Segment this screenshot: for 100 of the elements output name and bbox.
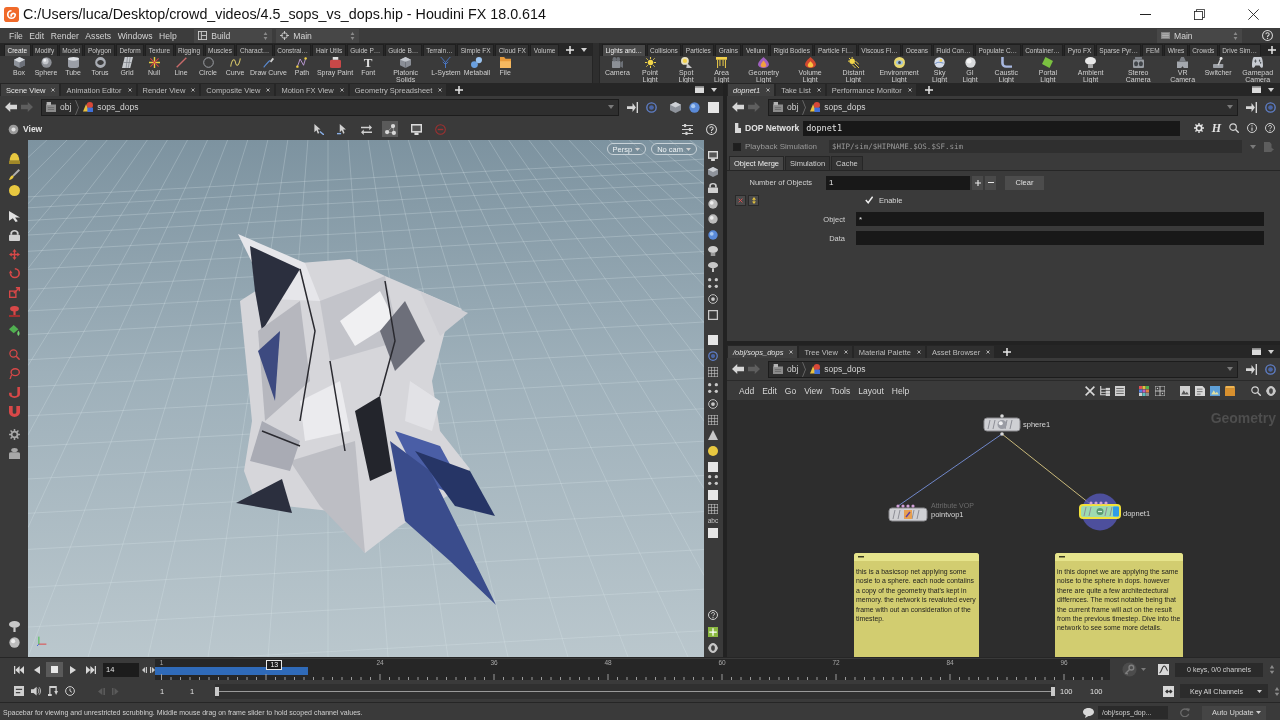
menu-item[interactable]: Windows <box>114 28 156 43</box>
caret-icon[interactable] <box>580 48 587 52</box>
close-icon[interactable] <box>986 350 991 354</box>
layout-dropdown[interactable]: Main <box>276 28 360 43</box>
menu-item[interactable]: Assets <box>82 28 115 43</box>
menu-item[interactable]: Edit <box>758 383 781 398</box>
rotate-icon[interactable] <box>8 268 20 279</box>
hook-icon[interactable] <box>8 387 20 398</box>
plus-icon[interactable] <box>455 86 464 94</box>
points-toggle[interactable] <box>382 121 399 137</box>
target-icon[interactable] <box>708 399 718 409</box>
gear-icon[interactable] <box>8 429 20 440</box>
box-icon[interactable] <box>1225 385 1235 396</box>
path-bar[interactable]: obj sops_dops <box>768 360 1238 378</box>
arrow-bar-icon[interactable] <box>1246 363 1257 375</box>
desktop-dropdown[interactable]: Main <box>1157 28 1242 43</box>
caret-icon[interactable] <box>1268 350 1274 354</box>
padlock-icon[interactable] <box>708 183 718 193</box>
square-icon[interactable] <box>708 101 719 113</box>
eye-camera-icon[interactable] <box>8 123 19 135</box>
handle-icon[interactable] <box>8 306 20 317</box>
pane-menu-icon[interactable] <box>1252 86 1261 93</box>
paint-bucket-icon[interactable] <box>8 325 20 336</box>
picture-icon[interactable] <box>1210 385 1220 396</box>
image-icon[interactable] <box>1180 385 1190 396</box>
sliders-icon[interactable] <box>682 123 693 135</box>
close-icon[interactable] <box>843 350 848 354</box>
step-back-icon[interactable] <box>142 666 147 673</box>
keyframes-icon[interactable] <box>1163 685 1174 697</box>
dome-icon[interactable] <box>8 153 20 164</box>
dots-icon[interactable] <box>708 383 718 393</box>
lasso-icon[interactable] <box>8 368 20 379</box>
help-icon[interactable] <box>706 123 717 135</box>
menu-item[interactable]: Layout <box>854 383 888 398</box>
search-icon[interactable] <box>1229 123 1239 133</box>
eye-icon[interactable] <box>708 643 718 653</box>
move-arrows-icon[interactable] <box>8 249 20 260</box>
loop-icon[interactable] <box>48 686 58 696</box>
arrow-bar-icon[interactable] <box>1246 101 1257 113</box>
close-icon[interactable] <box>766 88 771 92</box>
node-name-field[interactable]: dopnet1 <box>803 120 1180 136</box>
close-icon[interactable] <box>191 88 196 92</box>
network-node[interactable] <box>887 504 929 523</box>
menu-item[interactable]: Render <box>47 28 82 43</box>
delete-instance-button[interactable] <box>735 194 746 206</box>
number-field[interactable]: 1 <box>826 175 970 190</box>
pin-icon[interactable] <box>708 262 718 272</box>
sticky-note[interactable] <box>854 553 979 657</box>
padlock-icon[interactable] <box>8 230 20 241</box>
add-button[interactable] <box>972 175 983 190</box>
pane-menu-icon[interactable] <box>695 86 704 93</box>
help-icon[interactable] <box>1265 123 1275 133</box>
ring-icon[interactable] <box>1265 101 1276 113</box>
caret-icon[interactable] <box>711 88 717 92</box>
grid-icon[interactable] <box>1155 385 1165 396</box>
tree-list-icon[interactable] <box>1100 385 1110 396</box>
speaker-icon[interactable] <box>31 686 41 696</box>
close-icon[interactable] <box>266 88 271 92</box>
path-crumb[interactable]: obj <box>787 364 799 374</box>
close-icon[interactable] <box>51 88 56 92</box>
back-arrow-icon[interactable] <box>732 364 744 374</box>
grid-icon[interactable] <box>708 415 718 425</box>
remove-button[interactable] <box>985 175 996 190</box>
plus-icon[interactable] <box>1003 348 1012 356</box>
note-icon[interactable] <box>1195 385 1205 396</box>
grid-icon[interactable] <box>708 367 718 377</box>
target-icon[interactable] <box>708 294 718 304</box>
brush-icon[interactable] <box>8 169 20 180</box>
sphere-icon[interactable] <box>708 199 718 209</box>
menu-item[interactable]: Edit <box>26 28 48 43</box>
ring-icon[interactable] <box>646 101 657 113</box>
scale-icon[interactable] <box>8 287 20 298</box>
path-crumb[interactable]: obj <box>787 102 799 112</box>
square-outline-icon[interactable] <box>708 310 718 320</box>
menu-item[interactable]: View <box>800 383 827 398</box>
arrow-bar-icon[interactable] <box>627 101 638 113</box>
magnet-icon[interactable] <box>8 406 20 417</box>
path-bar[interactable]: obj sops_dops <box>41 98 619 116</box>
plus-icon[interactable] <box>565 46 574 54</box>
ball-icon[interactable] <box>708 230 718 240</box>
pin-icon[interactable] <box>8 621 20 632</box>
path-bar[interactable]: obj sops_dops <box>768 98 1238 116</box>
frame-range-icon[interactable] <box>14 686 24 696</box>
up-down-arrows-icon[interactable] <box>1274 686 1280 696</box>
menu-item[interactable]: File <box>6 28 26 43</box>
dot-icon[interactable] <box>708 446 718 456</box>
close-icon[interactable] <box>438 88 443 92</box>
menu-item[interactable]: Go <box>780 383 801 398</box>
swap-arrows-icon[interactable] <box>361 123 373 135</box>
sphere-icon[interactable] <box>8 637 20 648</box>
sphere-icon[interactable] <box>708 214 718 224</box>
glyph-button[interactable]: H <box>1211 122 1221 134</box>
search-icon[interactable] <box>1251 385 1261 396</box>
zoom-icon[interactable] <box>8 349 20 360</box>
node-type-icon[interactable] <box>735 123 741 133</box>
path-crumb[interactable]: sops_dops <box>97 102 139 112</box>
key-icon[interactable] <box>1122 662 1137 677</box>
menu-item[interactable]: Add <box>735 383 759 398</box>
move-cursor-icon[interactable] <box>313 123 325 135</box>
close-icon[interactable] <box>816 88 821 92</box>
